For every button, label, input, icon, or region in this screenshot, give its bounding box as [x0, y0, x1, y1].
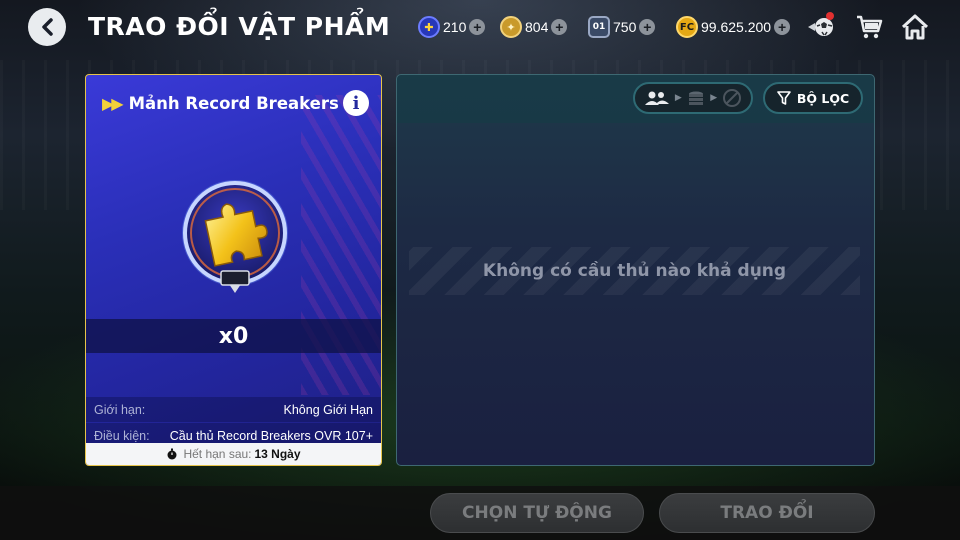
currency-value: 750	[613, 19, 637, 35]
fc-coin-icon: FC	[676, 16, 698, 38]
card-title-row: ▶▶ Mảnh Record Breakers i	[102, 89, 369, 117]
top-bar: TRAO ĐỔI VẬT PHẨM ✚ 210 + ✦ 804 + 01 750…	[0, 0, 960, 56]
bottom-action-bar: CHỌN TỰ ĐỘNG TRAO ĐỔI	[0, 486, 960, 540]
add-currency-button[interactable]: +	[551, 19, 568, 35]
expiry-value: 13 Ngày	[254, 447, 301, 461]
item-info-rows: Giới hạn: Không Giới Hạn Điều kiện: Cầu …	[86, 397, 381, 449]
expiry-bar: Hết hạn sau: 13 Ngày	[86, 443, 381, 465]
double-chevron-icon: ▶▶	[102, 93, 124, 113]
currency-gold-coin: ✦ 804 +	[500, 14, 568, 40]
info-label: Điều kiện:	[94, 428, 150, 443]
empty-message: Không có cầu thủ nào khả dụng	[482, 261, 787, 281]
item-card: ▶▶ Mảnh Record Breakers i x0 Giới hạn: K…	[85, 74, 382, 466]
stopwatch-icon	[167, 448, 177, 460]
currency-puzzle-token: ✚ 210 +	[418, 14, 486, 40]
info-icon[interactable]: i	[343, 90, 369, 116]
add-currency-button[interactable]: +	[774, 19, 791, 35]
info-value: Cầu thủ Record Breakers OVR 107+	[169, 428, 373, 443]
add-currency-button[interactable]: +	[469, 19, 486, 35]
info-value: Không Giới Hạn	[283, 402, 374, 417]
item-quantity: x0	[218, 323, 249, 349]
currency-fc-coin: FC 99.625.200 +	[676, 14, 791, 40]
puzzle-icon: ✚	[418, 16, 440, 38]
auto-select-button[interactable]: CHỌN TỰ ĐỘNG	[430, 493, 644, 533]
arrow-right-icon: ▶	[710, 93, 718, 103]
filter-icon	[777, 91, 791, 105]
add-currency-button[interactable]: +	[639, 19, 656, 35]
players-icon	[644, 91, 669, 105]
empty-state: Không có cầu thủ nào khả dụng	[409, 247, 860, 295]
sort-toggle[interactable]: ▶ ▶	[633, 82, 753, 114]
cart-icon	[857, 15, 883, 39]
card-icon: 01	[588, 16, 610, 38]
disabled-icon	[723, 89, 742, 107]
chevron-left-icon	[42, 18, 53, 36]
auto-select-label: CHỌN TỰ ĐỘNG	[462, 503, 612, 523]
info-row-limit: Giới hạn: Không Giới Hạn	[86, 397, 381, 422]
coin-icon: ✦	[500, 16, 522, 38]
cart-button[interactable]	[852, 10, 886, 44]
puzzle-medal-icon	[182, 180, 288, 293]
home-button[interactable]	[898, 10, 932, 44]
quantity-band: x0	[86, 319, 381, 353]
exchange-label: TRAO ĐỔI	[720, 503, 814, 523]
item-title: Mảnh Record Breakers	[128, 93, 339, 113]
currency-value: 804	[525, 19, 549, 35]
notification-dot	[826, 12, 834, 20]
home-icon	[901, 14, 929, 40]
ball-shop-button[interactable]	[804, 10, 838, 44]
back-button[interactable]	[28, 8, 66, 46]
player-list-panel: ▶ ▶ BỘ LỌC Không có cầu thủ nào khả dụng	[396, 74, 875, 466]
arrow-right-icon: ▶	[674, 93, 682, 103]
currency-card-token: 01 750 +	[588, 14, 656, 40]
currency-value: 99.625.200	[701, 19, 772, 35]
filter-button[interactable]: BỘ LỌC	[763, 82, 863, 114]
exchange-button[interactable]: TRAO ĐỔI	[659, 493, 875, 533]
page-title: TRAO ĐỔI VẬT PHẨM	[88, 12, 391, 41]
expiry-label: Hết hạn sau:	[183, 447, 252, 461]
currency-value: 210	[443, 19, 467, 35]
info-label: Giới hạn:	[94, 402, 146, 417]
coin-stack-icon	[688, 91, 703, 105]
filter-label: BỘ LỌC	[796, 90, 850, 106]
